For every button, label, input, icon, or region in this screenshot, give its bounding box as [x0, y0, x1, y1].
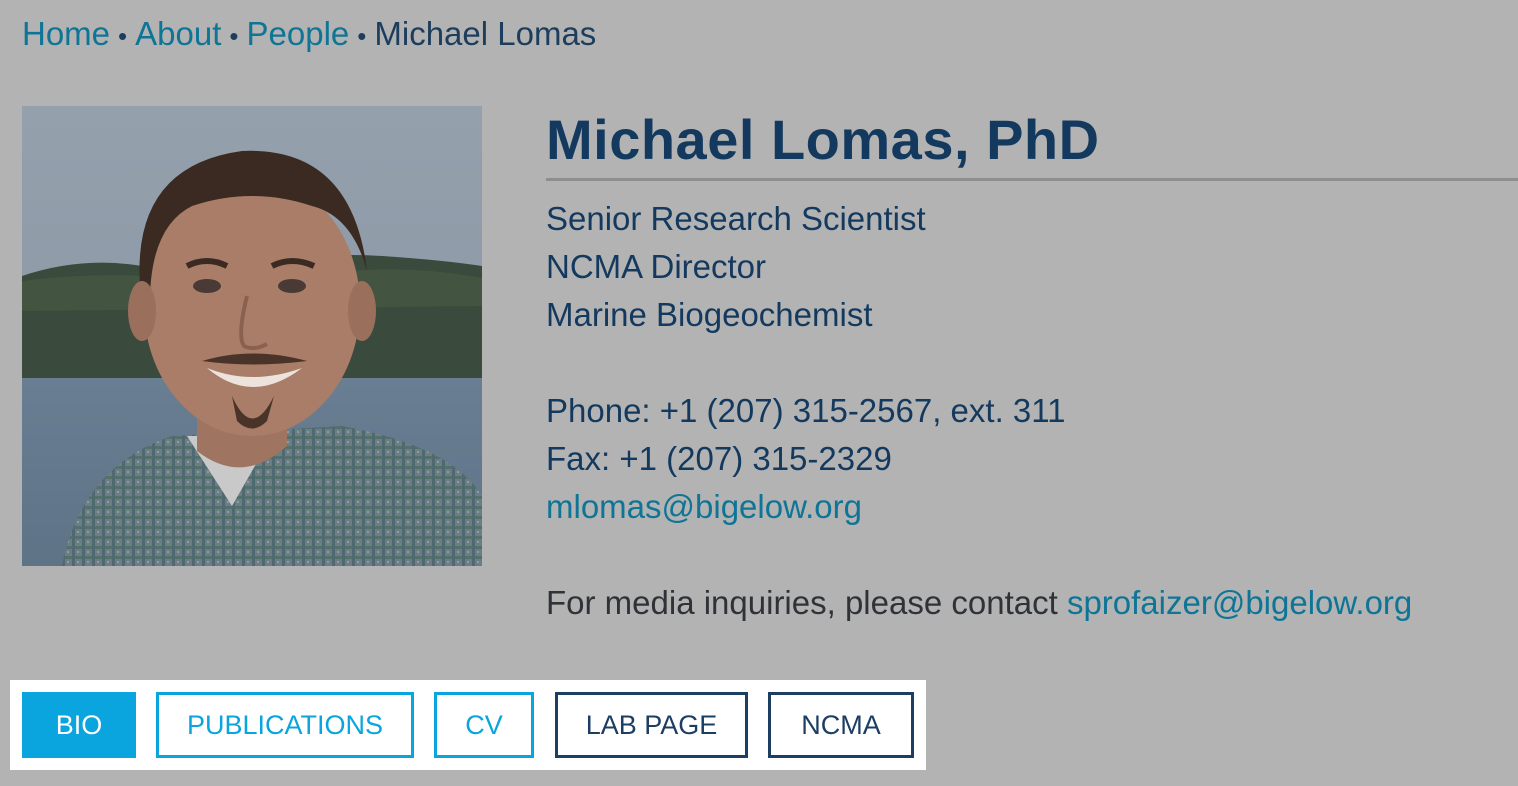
breadcrumb-about-link[interactable]: About [135, 15, 221, 52]
tab-cv[interactable]: CV [434, 692, 534, 758]
tab-bio[interactable]: BIO [22, 692, 136, 758]
breadcrumb: Home • About • People • Michael Lomas [22, 12, 596, 58]
profile-phone: Phone: +1 (207) 315-2567, ext. 311 [546, 392, 1066, 429]
profile-tabs: BIO PUBLICATIONS CV LAB PAGE NCMA [10, 680, 926, 770]
breadcrumb-home-link[interactable]: Home [22, 15, 110, 52]
profile-title: Senior Research Scientist [546, 200, 926, 237]
breadcrumb-current: Michael Lomas [374, 15, 597, 52]
profile-email-link[interactable]: mlomas@bigelow.org [546, 488, 862, 525]
tab-ncma[interactable]: NCMA [768, 692, 914, 758]
breadcrumb-separator: • [229, 21, 239, 51]
tab-lab-page[interactable]: LAB PAGE [555, 692, 748, 758]
profile-photo [22, 106, 482, 566]
profile-title: Marine Biogeochemist [546, 296, 873, 333]
media-inquiries: For media inquiries, please contact spro… [546, 579, 1518, 627]
profile-titles: Senior Research Scientist NCMA Director … [546, 195, 1518, 339]
profile-fax: Fax: +1 (207) 315-2329 [546, 440, 892, 477]
profile-name: Michael Lomas, PhD [546, 104, 1518, 181]
breadcrumb-separator: • [118, 21, 128, 51]
breadcrumb-people-link[interactable]: People [247, 15, 350, 52]
media-inquiries-text: For media inquiries, please contact [546, 584, 1067, 621]
profile-title: NCMA Director [546, 248, 767, 285]
tab-publications[interactable]: PUBLICATIONS [156, 692, 414, 758]
media-email-link[interactable]: sprofaizer@bigelow.org [1067, 584, 1412, 621]
breadcrumb-separator: • [357, 21, 367, 51]
profile-info: Michael Lomas, PhD Senior Research Scien… [546, 104, 1518, 627]
